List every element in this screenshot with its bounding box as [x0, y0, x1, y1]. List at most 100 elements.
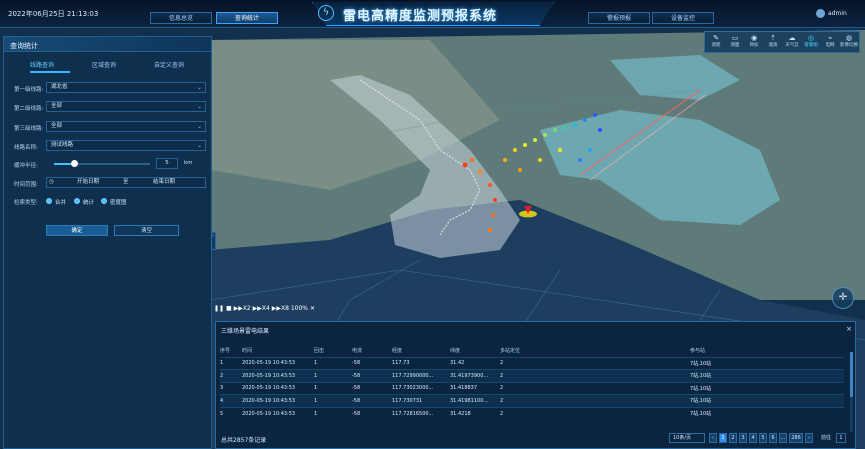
table-header-row: 序号 时间 回击 电流 经度 纬度 多站定位 参与站	[220, 345, 844, 357]
tool-weather-cloud[interactable]: ☁ 天气云	[783, 34, 801, 52]
page-button[interactable]: 4	[749, 433, 757, 443]
speed-x4[interactable]: X4	[262, 305, 270, 312]
pause-icon[interactable]: ❚❚	[214, 305, 224, 312]
page-button[interactable]: 3	[739, 433, 747, 443]
radio-density-map[interactable]	[101, 198, 107, 204]
calendar-icon: ◷	[49, 179, 54, 185]
column-header[interactable]: 电流	[352, 345, 392, 357]
nav-overview[interactable]: 信息总览	[150, 12, 212, 24]
tool-power-grid[interactable]: ⌁ 电网	[821, 34, 839, 52]
time-range-label: 时间范围:	[14, 182, 38, 188]
table-cell: 1	[314, 356, 352, 370]
column-header[interactable]: 纬度	[450, 345, 500, 357]
level2-line-select[interactable]: 全部 ⌄	[46, 101, 206, 112]
fast-forward-icon[interactable]: ▶▶	[234, 305, 243, 312]
page-button[interactable]: 286	[789, 433, 803, 443]
page-button[interactable]: 1	[719, 433, 727, 443]
total-records: 总共2857条记录	[221, 437, 267, 444]
next-page-button[interactable]: ›	[805, 433, 813, 443]
target-icon: ◉	[750, 34, 758, 42]
field-label: 线路名称:	[14, 145, 38, 151]
field-label: 第一级线路:	[14, 87, 44, 93]
table-cell: 7站,10站	[690, 381, 844, 395]
column-header[interactable]: 经度	[392, 345, 450, 357]
tool-measure-height[interactable]: ⇡ 测高	[764, 34, 782, 52]
table-row[interactable]: 3 2020-05-19 10:43:53 1 -58 117.73023000... 3…	[220, 381, 844, 395]
page-size-select[interactable]: 10条/页	[669, 433, 705, 443]
ruler-icon: ✎	[713, 34, 719, 42]
tool-measure-distance[interactable]: ✎ 测距	[707, 34, 725, 52]
column-header[interactable]: 多站定位	[500, 345, 690, 357]
fast-forward-icon[interactable]: ▶▶	[272, 305, 281, 312]
cloud-icon: ☁	[788, 34, 796, 42]
tool-target[interactable]: ◉ 目标	[745, 34, 763, 52]
radius-input[interactable]: 5	[156, 158, 178, 169]
page-button[interactable]: 6	[769, 433, 777, 443]
speed-x2[interactable]: X2	[243, 305, 251, 312]
compass-icon[interactable]: ✛	[832, 287, 854, 309]
username[interactable]: admin	[828, 10, 847, 17]
tool-imagery-switch[interactable]: ◍ 影像切换	[840, 34, 858, 52]
level3-line-select[interactable]: 全部 ⌄	[46, 121, 206, 132]
column-header[interactable]: 时间	[242, 345, 314, 357]
nav-device-monitor[interactable]: 设备监控	[652, 12, 714, 24]
page-ellipsis[interactable]: ...	[779, 433, 787, 443]
tool-thunderstorm-map[interactable]: ◎ 雷暴图	[802, 34, 820, 52]
tab-custom-query[interactable]: 自定义查询	[154, 60, 184, 69]
collapse-panel-icon[interactable]: ‹	[211, 232, 216, 250]
results-table: 序号 时间 回击 电流 经度 纬度 多站定位 参与站 1 2020-05-19 1…	[220, 345, 844, 420]
tool-label: 影像切换	[840, 43, 858, 48]
table-cell: 31.41973900...	[450, 369, 500, 382]
tab-area-query[interactable]: 区域查询	[92, 60, 116, 69]
tool-measure-area[interactable]: ▭ 测面	[726, 34, 744, 52]
storm-icon: ◎	[807, 34, 815, 42]
system-title: 雷电高精度监测预报系统	[343, 9, 498, 24]
table-cell: 117.73023000...	[392, 381, 450, 395]
column-header[interactable]: 参与站	[690, 345, 844, 357]
table-cell: 7站,10站	[690, 394, 844, 407]
page-button[interactable]: 5	[759, 433, 767, 443]
start-date[interactable]: 开始日期	[77, 178, 99, 187]
level1-line-select[interactable]: 湖北省 ⌄	[46, 82, 206, 93]
table-cell: 1	[220, 356, 242, 370]
column-header[interactable]: 回击	[314, 345, 352, 357]
nav-alert-forecast[interactable]: 警报预报	[588, 12, 650, 24]
table-cell: 117.72816500...	[392, 406, 450, 420]
page-button[interactable]: 2	[729, 433, 737, 443]
close-icon[interactable]: ×	[846, 325, 852, 333]
table-cell: 117.73	[392, 356, 450, 370]
line-name-select[interactable]: 测试线路 ⌄	[46, 140, 206, 151]
radio-merge-label: 合并	[55, 200, 67, 206]
speed-x8[interactable]: X8	[281, 305, 289, 312]
table-cell: 1	[314, 394, 352, 407]
table-cell: 1	[314, 369, 352, 382]
prev-page-button[interactable]: ‹	[709, 433, 717, 443]
results-title: 三维场景雷电结果	[221, 328, 270, 335]
stop-icon[interactable]: ■	[226, 305, 232, 312]
results-panel: 三维场景雷电结果 × 序号 时间 回击 电流 经度 纬度 多站定位 参与站 12…	[215, 321, 856, 449]
nav-query-stats[interactable]: 查询统计	[216, 12, 278, 24]
confirm-button[interactable]: 确定	[46, 225, 108, 236]
scrollbar-thumb[interactable]	[850, 352, 853, 397]
table-cell: 1	[314, 381, 352, 395]
table-row[interactable]: 4 2020-05-19 10:43:53 1 -58 117.730731 31.419…	[220, 394, 844, 407]
user-avatar-icon[interactable]	[816, 9, 825, 18]
radius-slider-handle[interactable]	[71, 160, 78, 167]
goto-page-input[interactable]: 1	[836, 433, 846, 443]
radio-statistics[interactable]	[74, 198, 80, 204]
tool-label: 测面	[730, 43, 740, 48]
date-range-picker[interactable]: ◷ 开始日期 至 结束日期	[46, 177, 206, 188]
close-icon[interactable]: ✕	[310, 305, 315, 312]
table-cell: 2020-05-19 10:43:53	[242, 406, 314, 420]
tab-line-query[interactable]: 线路查询	[30, 60, 54, 69]
select-value: 全部	[51, 103, 63, 109]
fast-forward-icon[interactable]: ▶▶	[253, 305, 262, 312]
table-row[interactable]: 5 2020-05-19 10:43:53 1 -58 117.72816500... 3…	[220, 406, 844, 420]
column-header[interactable]: 序号	[220, 345, 242, 357]
end-date[interactable]: 结束日期	[153, 178, 175, 187]
tool-label: 测距	[711, 43, 721, 48]
clear-button[interactable]: 清空	[114, 225, 179, 236]
table-row[interactable]: 2 2020-05-19 10:43:53 1 -58 117.72990000... 3…	[220, 369, 844, 382]
radio-merge[interactable]	[46, 198, 52, 204]
table-row[interactable]: 1 2020-05-19 10:43:53 1 -58 117.73 31.42 2 7站,1…	[220, 356, 844, 370]
